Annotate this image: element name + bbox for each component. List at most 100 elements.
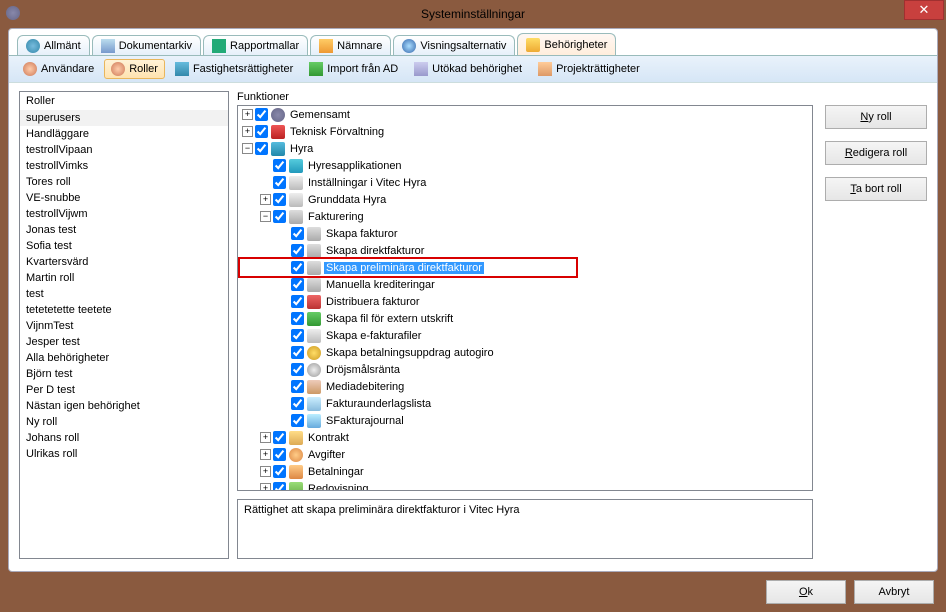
tree-row[interactable]: Manuella krediteringar <box>238 276 812 293</box>
tree-expander[interactable]: − <box>242 143 253 154</box>
role-row[interactable]: tetetetette teetete <box>20 302 228 318</box>
new-role-button[interactable]: Ny roll <box>825 105 927 129</box>
tree-checkbox[interactable] <box>291 397 304 410</box>
toolbar-item-2[interactable]: Fastighetsrättigheter <box>169 60 299 78</box>
tree-row[interactable]: +Grunddata Hyra <box>238 191 812 208</box>
tree-checkbox[interactable] <box>273 210 286 223</box>
tree-row[interactable]: +Kontrakt <box>238 429 812 446</box>
tree-row[interactable]: Dröjsmålsränta <box>238 361 812 378</box>
main-tab-3[interactable]: Nämnare <box>310 35 391 55</box>
cancel-button[interactable]: Avbryt <box>854 580 934 604</box>
role-row[interactable]: Björn test <box>20 366 228 382</box>
tree-expander[interactable]: + <box>260 194 271 205</box>
ok-button[interactable]: Ok <box>766 580 846 604</box>
tree-row[interactable]: Skapa betalningsuppdrag autogiro <box>238 344 812 361</box>
role-row[interactable]: Jesper test <box>20 334 228 350</box>
tree-row[interactable]: Skapa preliminära direktfakturor <box>238 259 812 276</box>
tree-expander[interactable]: − <box>260 211 271 222</box>
role-row[interactable]: Kvartersvärd <box>20 254 228 270</box>
tree-checkbox[interactable] <box>291 227 304 240</box>
role-row[interactable]: Sofia test <box>20 238 228 254</box>
toolbar-item-1[interactable]: Roller <box>104 59 165 79</box>
close-button[interactable]: ✕ <box>904 0 944 20</box>
tree-expander[interactable]: + <box>242 126 253 137</box>
tree-expander[interactable]: + <box>260 483 271 490</box>
role-row[interactable]: testrollVimks <box>20 158 228 174</box>
tree-checkbox[interactable] <box>291 414 304 427</box>
role-row[interactable]: Per D test <box>20 382 228 398</box>
tree-row[interactable]: +Betalningar <box>238 463 812 480</box>
tree-checkbox[interactable] <box>273 482 286 490</box>
tree-row[interactable]: Distribuera fakturor <box>238 293 812 310</box>
role-row[interactable]: testrollVijwm <box>20 206 228 222</box>
functions-tree[interactable]: +Gemensamt+Teknisk Förvaltning−HyraHyres… <box>238 106 812 490</box>
tree-checkbox[interactable] <box>273 176 286 189</box>
tree-checkbox[interactable] <box>291 261 304 274</box>
tree-row[interactable]: +Redovisning <box>238 480 812 490</box>
tree-row[interactable]: +Teknisk Förvaltning <box>238 123 812 140</box>
tree-checkbox[interactable] <box>255 125 268 138</box>
role-row[interactable]: Tores roll <box>20 174 228 190</box>
tree-row[interactable]: −Hyra <box>238 140 812 157</box>
tree-checkbox[interactable] <box>273 465 286 478</box>
tree-row[interactable]: Skapa direktfakturor <box>238 242 812 259</box>
tree-expander[interactable]: + <box>260 432 271 443</box>
role-row[interactable]: Ny roll <box>20 414 228 430</box>
tree-checkbox[interactable] <box>255 108 268 121</box>
tree-row[interactable]: +Avgifter <box>238 446 812 463</box>
tree-expander[interactable]: + <box>260 449 271 460</box>
role-row[interactable]: Jonas test <box>20 222 228 238</box>
role-row[interactable]: VijnmTest <box>20 318 228 334</box>
tree-row[interactable]: Inställningar i Vitec Hyra <box>238 174 812 191</box>
toolbar-item-3[interactable]: Import från AD <box>303 60 404 78</box>
main-tab-0[interactable]: Allmänt <box>17 35 90 55</box>
tree-checkbox[interactable] <box>291 346 304 359</box>
role-row[interactable]: Johans roll <box>20 430 228 446</box>
tree-row[interactable]: SFakturajournal <box>238 412 812 429</box>
tree-checkbox[interactable] <box>273 431 286 444</box>
role-row[interactable]: Martin roll <box>20 270 228 286</box>
main-tab-4[interactable]: Visningsalternativ <box>393 35 515 55</box>
main-tab-5[interactable]: Behörigheter <box>517 33 616 55</box>
tree-row[interactable]: Mediadebitering <box>238 378 812 395</box>
tree-checkbox[interactable] <box>291 312 304 325</box>
tree-checkbox[interactable] <box>291 363 304 376</box>
tree-row[interactable]: −Fakturering <box>238 208 812 225</box>
roles-list[interactable]: superusersHandläggaretestrollVipaantestr… <box>20 110 228 462</box>
toolbar-item-0[interactable]: Användare <box>17 60 100 78</box>
tree-expander[interactable]: + <box>260 466 271 477</box>
tree-checkbox[interactable] <box>291 278 304 291</box>
tree-checkbox[interactable] <box>255 142 268 155</box>
tree-expander[interactable]: + <box>242 109 253 120</box>
role-row[interactable]: Nästan igen behörighet <box>20 398 228 414</box>
tree-checkbox[interactable] <box>273 159 286 172</box>
role-row[interactable]: superusers <box>20 110 228 126</box>
tree-checkbox[interactable] <box>291 295 304 308</box>
role-row[interactable]: VE-snubbe <box>20 190 228 206</box>
role-row[interactable]: Alla behörigheter <box>20 350 228 366</box>
toolbar-item-4[interactable]: Utökad behörighet <box>408 60 528 78</box>
tree-row[interactable]: Skapa fil för extern utskrift <box>238 310 812 327</box>
role-row[interactable]: test <box>20 286 228 302</box>
role-row[interactable]: Ulrikas roll <box>20 446 228 462</box>
toolbar-label: Import från AD <box>327 63 398 75</box>
toolbar-label: Utökad behörighet <box>432 63 522 75</box>
tree-checkbox[interactable] <box>291 244 304 257</box>
tree-row[interactable]: Hyresapplikationen <box>238 157 812 174</box>
tree-checkbox[interactable] <box>291 329 304 342</box>
tree-checkbox[interactable] <box>291 380 304 393</box>
tree-checkbox[interactable] <box>273 193 286 206</box>
tree-row[interactable]: +Gemensamt <box>238 106 812 123</box>
role-row[interactable]: Handläggare <box>20 126 228 142</box>
tree-row[interactable]: Skapa fakturor <box>238 225 812 242</box>
edit-role-button[interactable]: Redigera roll <box>825 141 927 165</box>
main-tab-2[interactable]: Rapportmallar <box>203 35 308 55</box>
tree-checkbox[interactable] <box>273 448 286 461</box>
tree-node-label: Mediadebitering <box>324 381 406 393</box>
main-tab-1[interactable]: Dokumentarkiv <box>92 35 201 55</box>
delete-role-button[interactable]: Ta bort roll <box>825 177 927 201</box>
role-row[interactable]: testrollVipaan <box>20 142 228 158</box>
tree-row[interactable]: Fakturaunderlagslista <box>238 395 812 412</box>
tree-row[interactable]: Skapa e-fakturafiler <box>238 327 812 344</box>
toolbar-item-5[interactable]: Projekträttigheter <box>532 60 646 78</box>
